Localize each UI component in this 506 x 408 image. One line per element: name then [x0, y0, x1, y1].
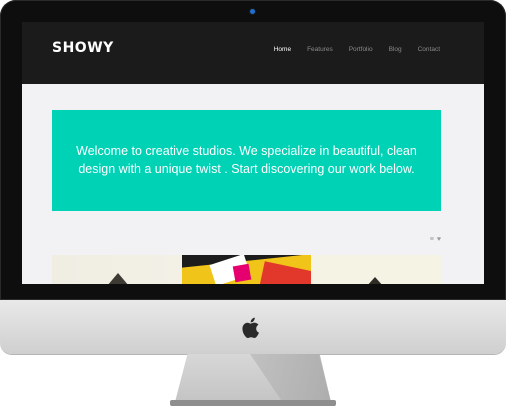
nav-item-contact[interactable]: Contact [418, 46, 440, 53]
main-nav: Home Features Portfolio Blog Contact [274, 46, 440, 53]
site-logo[interactable]: SHOWY [52, 40, 114, 56]
imac-mockup: SHOWY Home Features Portfolio Blog Conta… [0, 0, 506, 408]
thumbnail-graphic [357, 277, 393, 284]
portfolio-thumbnail[interactable] [52, 255, 182, 284]
nav-item-blog[interactable]: Blog [389, 46, 402, 53]
portfolio-thumbnail[interactable] [311, 255, 441, 284]
heart-icon[interactable]: ♥ [437, 236, 441, 243]
thumbnail-graphic [232, 263, 252, 283]
apple-logo-icon [242, 317, 259, 338]
monitor-foot [170, 400, 336, 406]
website-screen: SHOWY Home Features Portfolio Blog Conta… [22, 22, 484, 284]
nav-item-portfolio[interactable]: Portfolio [349, 46, 373, 53]
site-header: SHOWY Home Features Portfolio Blog Conta… [22, 22, 484, 84]
list-icon[interactable]: ≡ [430, 236, 434, 243]
hero-text: Welcome to creative studios. We speciali… [76, 144, 417, 176]
camera-icon [250, 9, 255, 14]
portfolio-toolbar: ≡ ♥ [430, 236, 441, 243]
hero-banner: Welcome to creative studios. We speciali… [52, 110, 441, 211]
nav-item-features[interactable]: Features [307, 46, 333, 53]
portfolio-thumbnail[interactable] [182, 255, 311, 284]
portfolio-gallery [52, 255, 441, 284]
thumbnail-graphic [96, 273, 140, 284]
nav-item-home[interactable]: Home [274, 46, 291, 53]
